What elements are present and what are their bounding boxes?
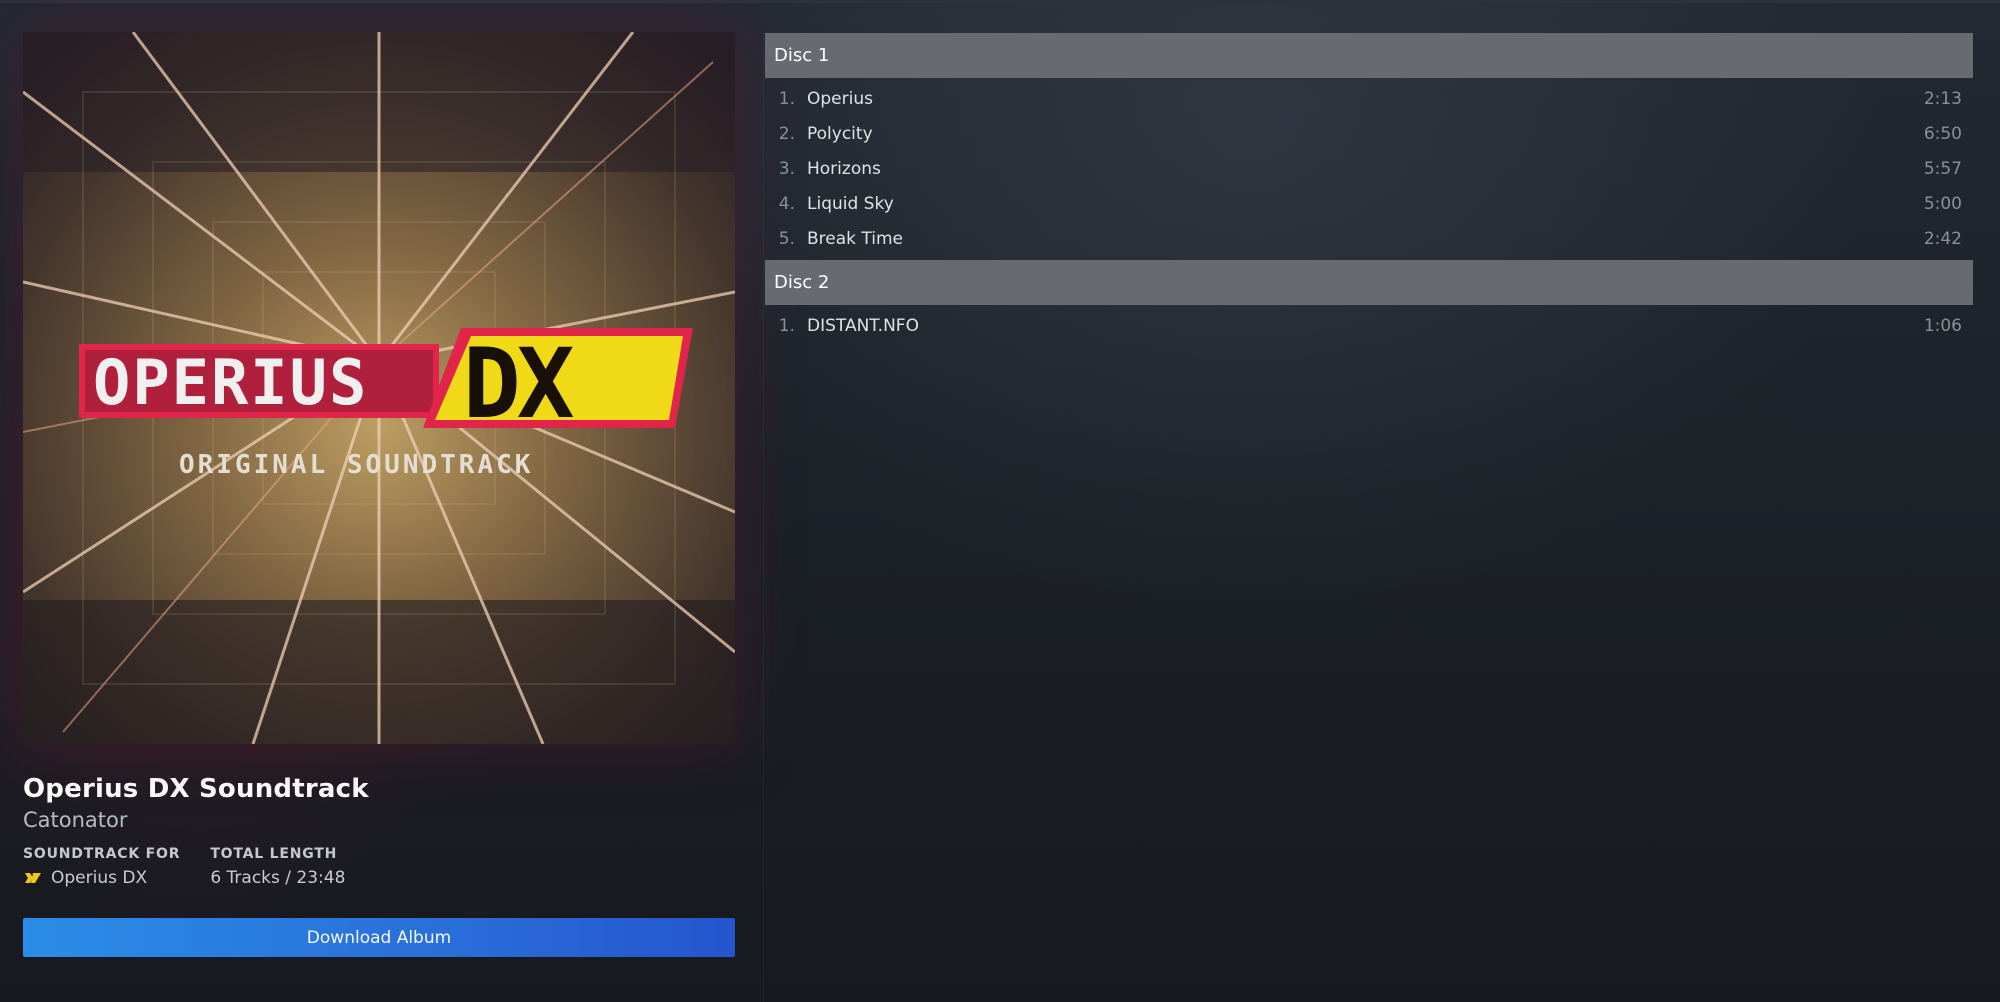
soundtrack-for-value: Operius DX bbox=[51, 868, 148, 888]
track-row[interactable]: 1. DISTANT.NFO 1:06 bbox=[765, 308, 1973, 343]
column-divider bbox=[763, 32, 764, 1002]
disc-header: Disc 2 bbox=[765, 260, 1973, 305]
track-name: Horizons bbox=[807, 158, 881, 179]
track-row[interactable]: 4. Liquid Sky 5:00 bbox=[765, 186, 1973, 221]
album-cover-art: OPERIUS DX ORIGINAL SOUNDTRACK bbox=[23, 32, 735, 744]
track-name: Operius bbox=[807, 88, 873, 109]
track-duration: 2:42 bbox=[1923, 228, 1962, 249]
track-duration: 5:00 bbox=[1923, 193, 1962, 214]
track-duration: 1:06 bbox=[1923, 315, 1962, 336]
track-number: 3. bbox=[778, 158, 795, 179]
track-row[interactable]: 5. Break Time 2:42 bbox=[765, 221, 1973, 256]
album-meta: SOUNDTRACK FOR Operius DX TOTAL LENGTH 6… bbox=[23, 846, 735, 888]
disc-2-tracks: 1. DISTANT.NFO 1:06 bbox=[765, 305, 1973, 347]
total-length-block: TOTAL LENGTH 6 Tracks / 23:48 bbox=[210, 846, 345, 888]
track-duration: 5:57 bbox=[1923, 158, 1962, 179]
soundtrack-for-block: SOUNDTRACK FOR Operius DX bbox=[23, 846, 180, 888]
top-border bbox=[0, 0, 2000, 3]
track-name: Polycity bbox=[807, 123, 873, 144]
dx-game-icon bbox=[23, 868, 43, 888]
track-number: 5. bbox=[778, 228, 795, 249]
track-name: Break Time bbox=[807, 228, 904, 249]
disc-1-tracks: 1. Operius 2:13 2. Polycity 6:50 3. Hori… bbox=[765, 78, 1973, 260]
album-artist: Catonator bbox=[23, 808, 128, 832]
total-length-label: TOTAL LENGTH bbox=[210, 846, 338, 862]
track-row[interactable]: 2. Polycity 6:50 bbox=[765, 116, 1973, 151]
track-name: DISTANT.NFO bbox=[807, 315, 919, 336]
tracklist: Disc 1 1. Operius 2:13 2. Polycity 6:50 … bbox=[765, 33, 1973, 347]
track-duration: 6:50 bbox=[1923, 123, 1962, 144]
track-number: 4. bbox=[778, 193, 795, 214]
track-number: 1. bbox=[778, 315, 795, 336]
track-number: 2. bbox=[778, 123, 795, 144]
album-title: Operius DX Soundtrack bbox=[23, 774, 369, 804]
album-info-panel: OPERIUS DX ORIGINAL SOUNDTRACK Operius D… bbox=[23, 32, 735, 957]
track-number: 1. bbox=[778, 88, 795, 109]
download-album-button[interactable]: Download Album bbox=[23, 918, 735, 957]
track-duration: 2:13 bbox=[1923, 88, 1962, 109]
track-name: Liquid Sky bbox=[807, 193, 894, 214]
track-row[interactable]: 3. Horizons 5:57 bbox=[765, 151, 1973, 186]
soundtrack-for-link[interactable]: Operius DX bbox=[23, 868, 180, 888]
soundtrack-for-label: SOUNDTRACK FOR bbox=[23, 846, 181, 862]
soundtrack-page: OPERIUS DX ORIGINAL SOUNDTRACK Operius D… bbox=[0, 0, 2000, 1002]
total-length-value: 6 Tracks / 23:48 bbox=[210, 868, 346, 888]
disc-header: Disc 1 bbox=[765, 33, 1973, 78]
track-row[interactable]: 1. Operius 2:13 bbox=[765, 81, 1973, 116]
